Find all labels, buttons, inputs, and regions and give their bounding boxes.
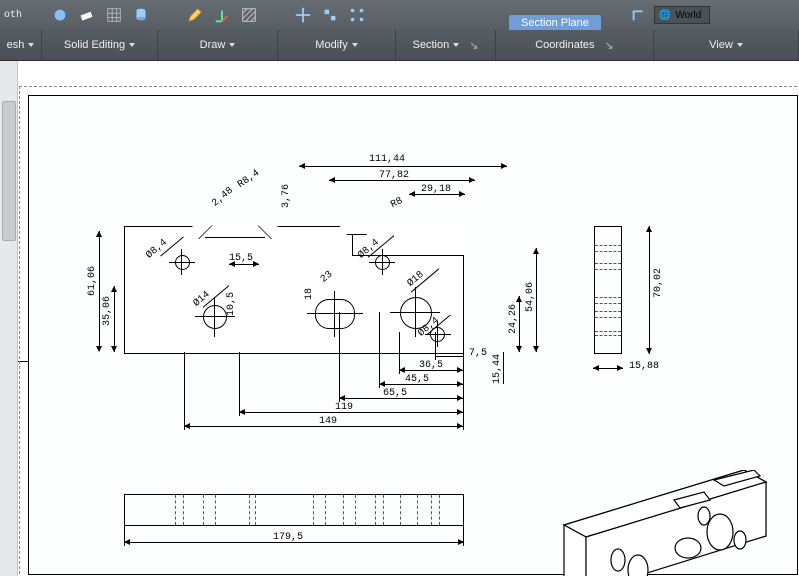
part-isometric-view bbox=[554, 470, 790, 576]
dim-15-44: 15,44 bbox=[492, 354, 503, 384]
smooth-icon[interactable] bbox=[48, 3, 72, 27]
dim-35-06: 35,06 bbox=[102, 296, 113, 326]
dim-24-26: 24,26 bbox=[508, 304, 519, 334]
vertical-scrollbar[interactable] bbox=[0, 61, 18, 576]
drawing-canvas[interactable]: 111,44 77,82 29,18 3,76 2,48 R8,4 R8 Ø8,… bbox=[18, 61, 799, 576]
axis-icon[interactable] bbox=[210, 3, 234, 27]
coordinate-system-dropdown[interactable]: 🌐 World bbox=[654, 6, 710, 24]
panel-section-label: Section bbox=[413, 39, 450, 51]
dim-18: 18 bbox=[304, 288, 315, 300]
scrollbar-thumb[interactable] bbox=[2, 101, 16, 241]
panel-section[interactable]: Section↘ bbox=[396, 30, 496, 60]
dim-45-5: 45,5 bbox=[405, 374, 429, 385]
dim-65-5: 65,5 bbox=[383, 388, 407, 399]
panel-coordinates-label: Coordinates bbox=[535, 39, 594, 51]
coordinate-system-value: World bbox=[675, 10, 701, 21]
section-plane-tab[interactable]: Section Plane bbox=[509, 15, 601, 30]
ucs-edit-icon[interactable] bbox=[627, 3, 651, 27]
grid-icon[interactable] bbox=[102, 3, 126, 27]
panel-label-fragment-oth: oth bbox=[4, 10, 22, 21]
array-icon[interactable] bbox=[345, 3, 369, 27]
panel-mesh[interactable]: esh bbox=[0, 30, 42, 60]
dim-70-02: 70,02 bbox=[653, 268, 664, 298]
panel-view-label: View bbox=[709, 39, 733, 51]
dim-119: 119 bbox=[335, 402, 353, 413]
eraser-icon[interactable] bbox=[75, 3, 99, 27]
panel-modify-label: Modify bbox=[315, 39, 347, 51]
pencil-icon[interactable] bbox=[183, 3, 207, 27]
ribbon-panel-labels: esh Solid Editing Draw Modify Section↘ C… bbox=[0, 30, 799, 60]
panel-solid-editing[interactable]: Solid Editing bbox=[42, 30, 158, 60]
panel-solid-editing-label: Solid Editing bbox=[64, 39, 125, 51]
panel-mesh-label: esh bbox=[7, 39, 25, 51]
ribbon: oth bbox=[0, 0, 799, 61]
hole-14 bbox=[203, 305, 227, 329]
panel-coordinates[interactable]: Coordinates↘ bbox=[496, 30, 654, 60]
dim-61-06: 61,06 bbox=[87, 266, 98, 296]
dim-179-5: 179,5 bbox=[273, 532, 303, 543]
dim-36-5: 36,5 bbox=[419, 360, 443, 371]
drawing-sheet: 111,44 77,82 29,18 3,76 2,48 R8,4 R8 Ø8,… bbox=[28, 95, 798, 575]
cylinder-icon[interactable] bbox=[129, 3, 153, 27]
hatch-icon[interactable] bbox=[237, 3, 261, 27]
part-top-view bbox=[124, 494, 464, 526]
dim-77-82: 77,82 bbox=[379, 170, 409, 181]
dim-15-5: 15,5 bbox=[229, 253, 253, 264]
panel-modify[interactable]: Modify bbox=[278, 30, 396, 60]
dim-2-48: 2,48 bbox=[210, 186, 235, 210]
dim-10-5: 10,5 bbox=[226, 292, 237, 316]
dim-15-88: 15,88 bbox=[629, 361, 659, 372]
dim-r8-4: R8,4 bbox=[236, 168, 262, 191]
dim-149: 149 bbox=[319, 416, 337, 427]
dim-r8: R8 bbox=[389, 196, 405, 211]
panel-draw-label: Draw bbox=[200, 39, 226, 51]
part-side-view bbox=[594, 226, 622, 354]
panel-view[interactable]: View bbox=[654, 30, 799, 60]
align-icon[interactable] bbox=[318, 3, 342, 27]
globe-icon: 🌐 bbox=[659, 10, 671, 21]
workspace: 111,44 77,82 29,18 3,76 2,48 R8,4 R8 Ø8,… bbox=[0, 61, 799, 576]
dim-54-06: 54,06 bbox=[525, 282, 536, 312]
dim-7-5: 7,5 bbox=[469, 348, 487, 359]
dim-111-44: 111,44 bbox=[369, 154, 405, 165]
dim-3-76: 3,76 bbox=[281, 184, 292, 208]
ribbon-icon-row: oth bbox=[0, 0, 799, 30]
panel-draw[interactable]: Draw bbox=[158, 30, 278, 60]
slot bbox=[315, 299, 355, 329]
dim-29-18: 29,18 bbox=[421, 184, 451, 195]
move-icon[interactable] bbox=[291, 3, 315, 27]
